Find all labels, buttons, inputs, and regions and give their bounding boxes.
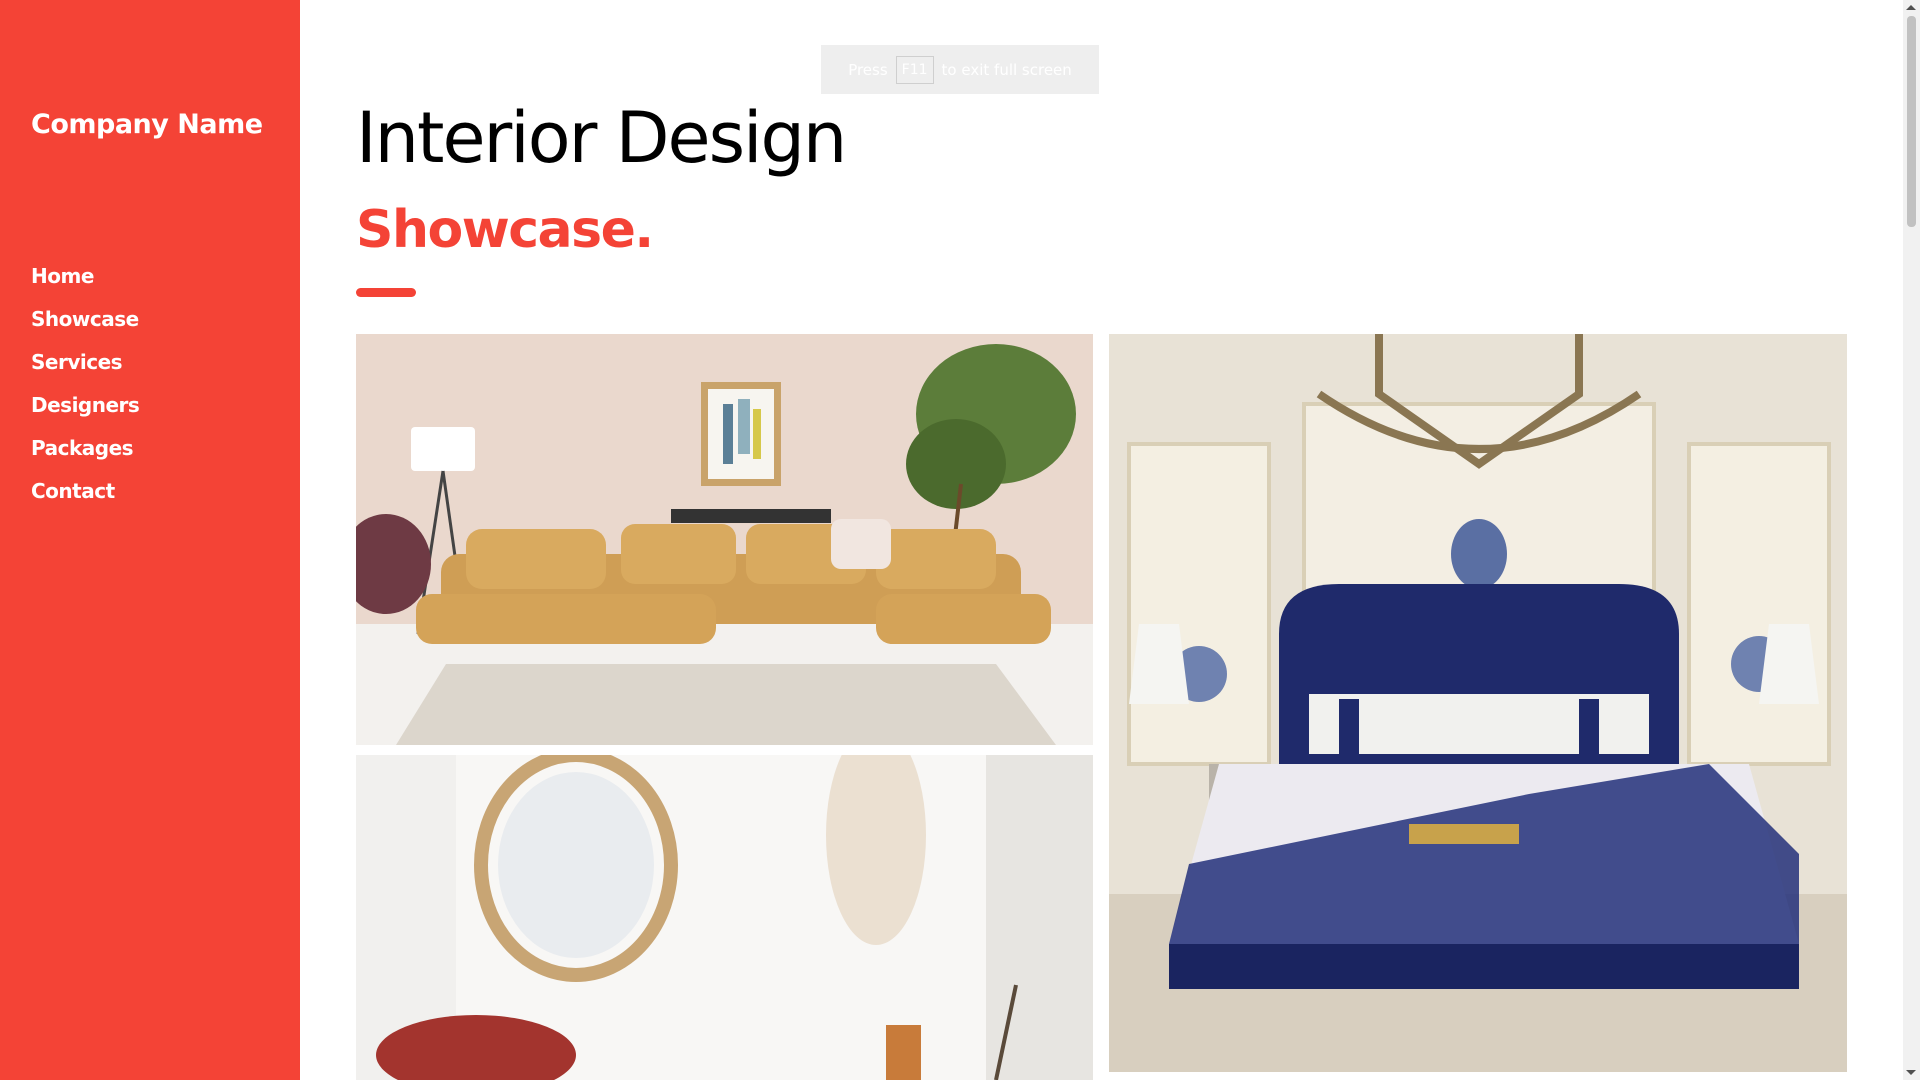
page-title: Interior Design [356,97,847,179]
showcase-photo-bedroom[interactable] [1109,334,1847,1072]
sidebar: Company Name Home Showcase Services Desi… [0,0,300,1080]
nav-item-contact[interactable]: Contact [31,476,139,519]
fullscreen-hint: Press F11 to exit full screen [821,45,1099,94]
accent-divider [356,288,416,297]
chevron-up-icon[interactable] [1906,5,1916,10]
showcase-photo-sofa[interactable] [356,334,1093,745]
showcase-photo-mirror[interactable] [356,755,1093,1080]
section-subtitle: Showcase. [356,200,654,260]
nav-item-services[interactable]: Services [31,347,139,390]
fullscreen-hint-prefix: Press [848,60,888,79]
nav-item-showcase[interactable]: Showcase [31,304,139,347]
chevron-down-icon[interactable] [1906,1070,1916,1075]
scrollbar-thumb[interactable] [1907,16,1916,227]
brand-name[interactable]: Company Name [31,107,271,143]
sidebar-nav: Home Showcase Services Designers Package… [31,261,140,519]
f11-key: F11 [895,55,934,84]
nav-item-designers[interactable]: Designers [31,390,140,433]
nav-item-home[interactable]: Home [31,261,139,304]
nav-item-packages[interactable]: Packages [31,433,139,476]
fullscreen-hint-suffix: to exit full screen [941,60,1072,79]
vertical-scrollbar[interactable] [1903,0,1920,1080]
